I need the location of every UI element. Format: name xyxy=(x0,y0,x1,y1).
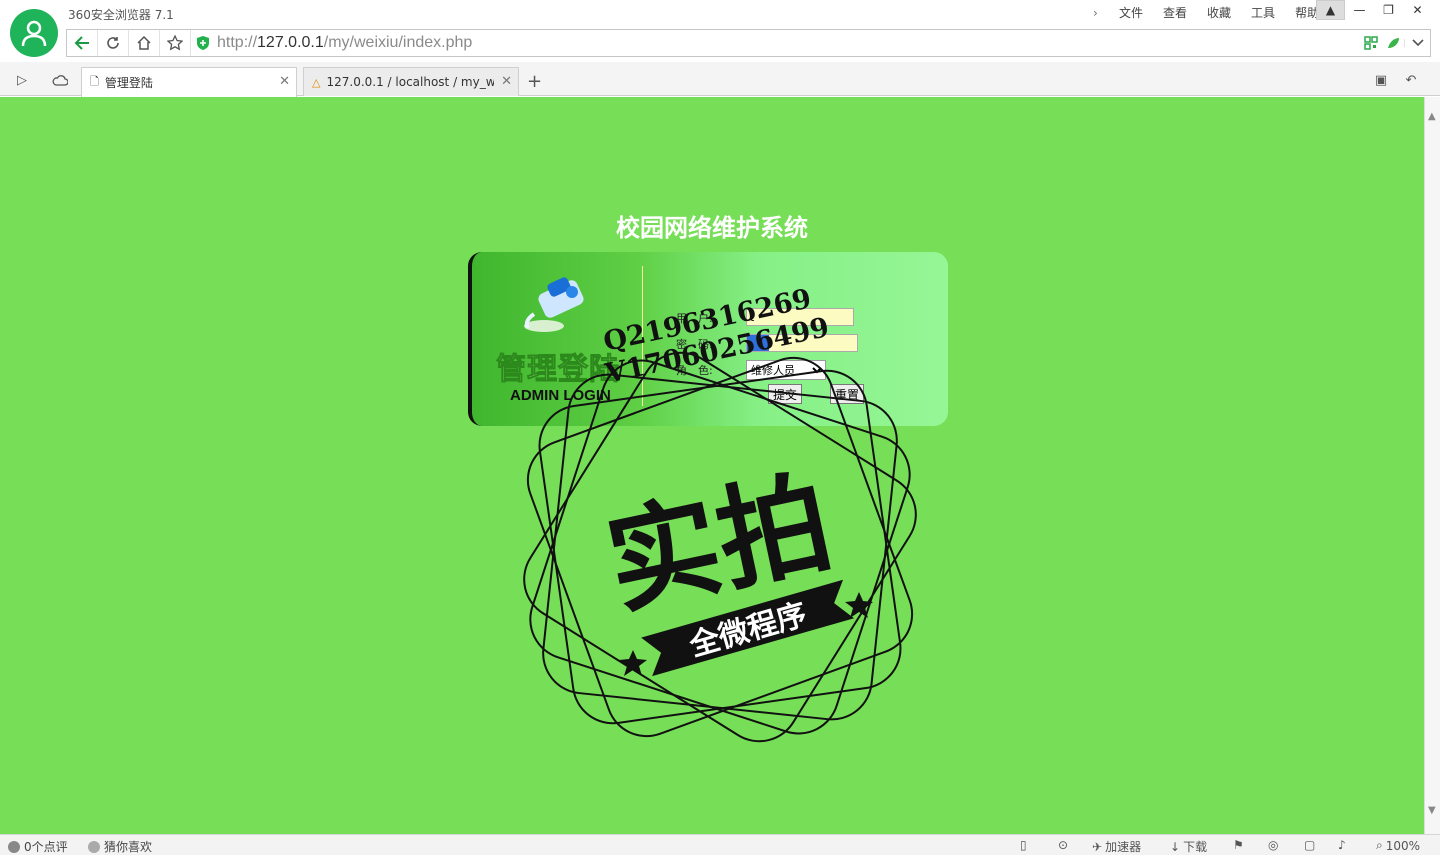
role-select[interactable]: 维修人员 xyxy=(746,360,826,380)
star-icon xyxy=(167,35,183,51)
accelerator-item[interactable]: ✈ 加速器 xyxy=(1092,838,1141,855)
refresh-icon xyxy=(107,37,119,49)
zoom-label: 100% xyxy=(1385,838,1421,853)
login-heading: 管理登陆 xyxy=(496,352,620,388)
sidebar-toggle-icon[interactable]: ▷ xyxy=(12,70,32,90)
tab-list-icon[interactable]: ▣ xyxy=(1371,70,1391,90)
scroll-down-icon[interactable]: ▼ xyxy=(1428,805,1436,816)
cloud-icon[interactable] xyxy=(50,70,70,90)
stamp-banner xyxy=(641,579,855,677)
comment-icon xyxy=(8,840,20,853)
rocket-icon: ✈ xyxy=(1092,839,1103,854)
tab-phpmyadmin[interactable]: △ 127.0.0.1 / localhost / my_we ✕ xyxy=(303,67,519,96)
flag-icon[interactable]: ⚑ xyxy=(1233,838,1244,852)
refresh-button[interactable] xyxy=(98,30,129,56)
submit-button[interactable]: 提交 xyxy=(768,384,803,404)
undo-close-icon[interactable]: ↶ xyxy=(1401,70,1421,90)
status-bar: 0个点评 猜你喜欢 ▯ ⊙ ✈ 加速器 ↓ 下载 ⚑ ◎ ▢ ♪ ⌕ 100% xyxy=(0,834,1440,855)
close-window-button[interactable]: ✕ xyxy=(1403,0,1432,20)
login-subheading: ADMIN LOGIN xyxy=(510,387,611,404)
arrow-left-icon xyxy=(74,36,89,50)
page-content: 校园网络维护系统 管理登陆 ADMIN LOGIN 用 户: 密 码: 角 色:… xyxy=(0,97,1424,834)
ie-icon[interactable]: ⊙ xyxy=(1058,838,1068,852)
volume-icon[interactable]: ♪ xyxy=(1338,838,1346,852)
back-button[interactable] xyxy=(67,30,98,56)
url-field[interactable]: http://127.0.0.1/my/weixiu/index.php xyxy=(215,34,1360,52)
new-tab-button[interactable]: + xyxy=(527,71,542,92)
user-icon xyxy=(21,20,47,47)
home-button[interactable] xyxy=(129,30,160,56)
chevron-right-icon[interactable]: › xyxy=(1093,6,1109,20)
restore-button[interactable]: ❐ xyxy=(1374,0,1403,20)
comments-item[interactable]: 0个点评 xyxy=(8,838,68,855)
reset-button[interactable]: 重置 xyxy=(830,384,865,404)
window-controls: ▲ — ❐ ✕ xyxy=(1316,0,1432,20)
tab-title: 127.0.0.1 / localhost / my_we xyxy=(326,75,495,89)
star-icon xyxy=(845,592,873,618)
lock-key-icon xyxy=(524,277,584,332)
guess-icon xyxy=(88,840,100,853)
scroll-up-icon[interactable]: ▲ xyxy=(1428,111,1436,122)
stamp-banner-text: 全微程序 xyxy=(685,597,811,664)
ie-mode-icon[interactable] xyxy=(1382,36,1404,50)
system-title: 校园网络维护系统 xyxy=(616,213,808,242)
menu-favorites[interactable]: 收藏 xyxy=(1207,4,1231,21)
star-icon xyxy=(619,650,647,676)
screenshot-icon[interactable]: ▢ xyxy=(1304,838,1315,852)
home-icon xyxy=(137,36,151,50)
comments-label: 0个点评 xyxy=(24,840,68,854)
skin-icon[interactable]: ▲ xyxy=(1316,0,1345,20)
menu-view[interactable]: 查看 xyxy=(1163,4,1187,21)
page-icon: 🗋 xyxy=(90,75,99,88)
address-bar: http://127.0.0.1/my/weixiu/index.php xyxy=(66,29,1431,57)
vertical-scrollbar[interactable]: ▲ ▼ xyxy=(1424,97,1440,834)
close-tab-icon[interactable]: ✕ xyxy=(279,74,290,89)
stamp-main-text: 实拍 xyxy=(596,457,842,631)
tab-admin-login[interactable]: 🗋 管理登陆 ✕ xyxy=(81,67,297,97)
user-avatar[interactable] xyxy=(10,9,58,57)
zoom-icon: ⌕ xyxy=(1376,838,1383,852)
security-shield-icon[interactable] xyxy=(191,36,215,50)
app-title: 360安全浏览器 7.1 xyxy=(68,8,174,22)
close-tab-icon[interactable]: ✕ xyxy=(501,74,512,89)
guess-item[interactable]: 猜你喜欢 xyxy=(88,838,152,855)
menu-file[interactable]: 文件 xyxy=(1119,4,1143,21)
phpmyadmin-icon: △ xyxy=(312,75,321,89)
main-menu: › 文件 查看 收藏 工具 帮助 xyxy=(1093,4,1329,21)
tab-title: 管理登陆 xyxy=(104,76,153,90)
url-host: 127.0.0.1 xyxy=(257,34,324,51)
qrcode-icon[interactable] xyxy=(1360,36,1382,50)
favorite-button[interactable] xyxy=(160,30,191,56)
tab-bar: ▷ 🗋 管理登陆 ✕ △ 127.0.0.1 / localhost / my_… xyxy=(0,62,1440,97)
browser-icon[interactable]: ◎ xyxy=(1268,838,1278,852)
zoom-item[interactable]: ⌕ 100% xyxy=(1376,838,1420,853)
accelerator-label: 加速器 xyxy=(1105,840,1142,854)
url-scheme: http:// xyxy=(217,34,258,51)
download-icon: ↓ xyxy=(1170,839,1181,854)
title-bar: 360安全浏览器 7.1 › 文件 查看 收藏 工具 帮助 ▲ — ❐ ✕ xyxy=(0,0,1440,28)
url-path: /my/weixiu/index.php xyxy=(323,34,473,51)
guess-label: 猜你喜欢 xyxy=(104,840,153,854)
menu-tools[interactable]: 工具 xyxy=(1251,4,1275,21)
minimize-button[interactable]: — xyxy=(1345,0,1374,20)
dropdown-chevron-icon[interactable] xyxy=(1404,39,1430,47)
download-item[interactable]: ↓ 下载 xyxy=(1170,838,1207,855)
download-label: 下载 xyxy=(1183,840,1208,854)
mobile-icon[interactable]: ▯ xyxy=(1020,838,1027,852)
